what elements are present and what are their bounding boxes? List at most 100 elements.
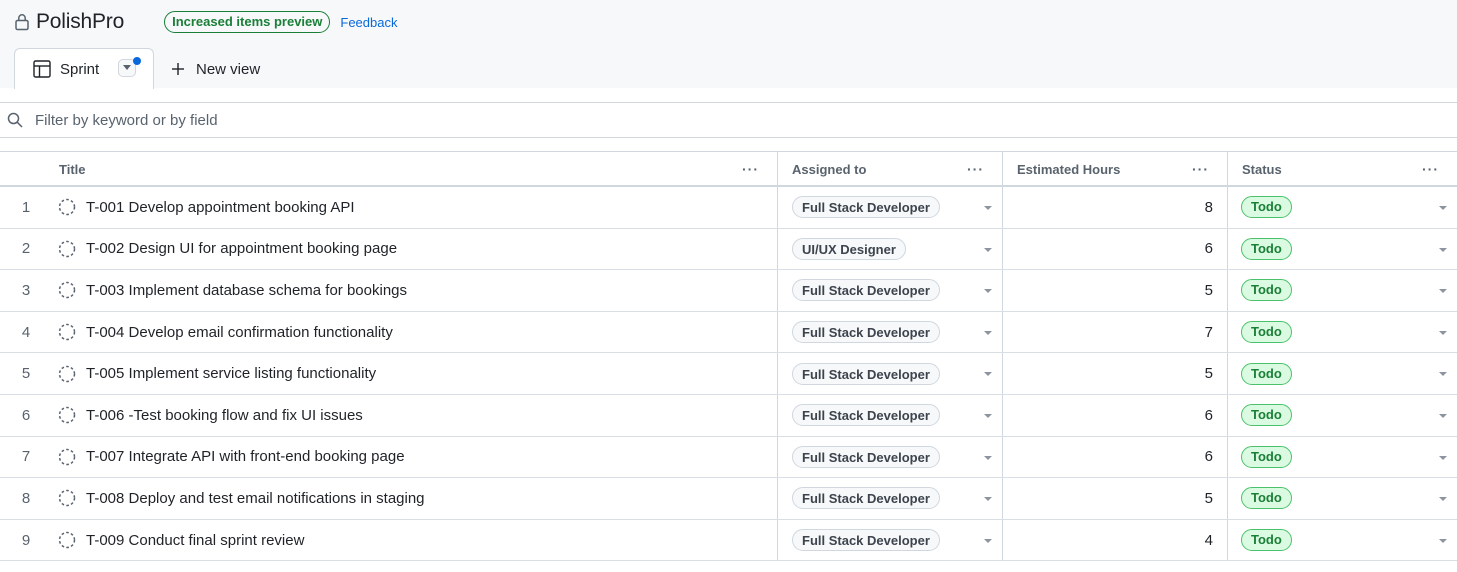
assignee-role-pill[interactable]: Full Stack Developer (792, 487, 940, 510)
assigned-cell[interactable]: Full Stack Developer (777, 311, 1002, 353)
status-badge[interactable]: Todo (1241, 321, 1292, 344)
title-cell[interactable]: 4 T-004 Develop email confirmation functi… (0, 312, 777, 353)
column-header-assigned[interactable]: Assigned to ··· (777, 152, 1002, 186)
column-header-status[interactable]: Status ··· (1227, 152, 1457, 186)
status-badge[interactable]: Todo (1241, 279, 1292, 302)
assigned-cell[interactable]: Full Stack Developer (777, 353, 1002, 394)
feedback-link[interactable]: Feedback (340, 15, 397, 30)
assigned-cell[interactable]: Full Stack Developer (777, 270, 1002, 311)
chevron-down-icon[interactable] (1439, 372, 1447, 377)
table-row[interactable]: 3 T-003 Implement database schema for boo… (0, 270, 1457, 312)
title-cell[interactable]: 9 T-009 Conduct final sprint review (0, 520, 777, 561)
assignee-role-pill[interactable]: UI/UX Designer (792, 237, 906, 260)
hours-cell[interactable]: 4 (1002, 519, 1227, 561)
item-title[interactable]: T-006 -Test booking flow and fix UI issu… (86, 407, 363, 424)
status-badge[interactable]: Todo (1241, 487, 1292, 510)
chevron-down-icon[interactable] (1439, 330, 1447, 335)
column-header-title[interactable]: Title ··· (0, 152, 777, 186)
item-title[interactable]: T-009 Conduct final sprint review (86, 532, 304, 549)
table-row[interactable]: 6 T-006 -Test booking flow and fix UI iss… (0, 394, 1457, 437)
status-cell[interactable]: Todo (1227, 187, 1457, 228)
chevron-down-icon[interactable] (984, 372, 992, 377)
chevron-down-icon[interactable] (1439, 289, 1447, 294)
hours-cell[interactable]: 5 (1002, 478, 1227, 519)
status-cell[interactable]: Todo (1227, 228, 1457, 270)
column-menu-button[interactable]: ··· (1192, 161, 1209, 177)
hours-cell[interactable]: 6 (1002, 436, 1227, 478)
status-cell[interactable]: Todo (1227, 478, 1457, 519)
column-menu-button[interactable]: ··· (742, 161, 759, 177)
assignee-role-pill[interactable]: Full Stack Developer (792, 529, 940, 552)
new-view-button[interactable]: New view (171, 58, 260, 80)
assignee-role-pill[interactable]: Full Stack Developer (792, 321, 940, 344)
chevron-down-icon[interactable] (1439, 247, 1447, 252)
tab-sprint[interactable]: Sprint (14, 48, 154, 89)
assignee-role-pill[interactable]: Full Stack Developer (792, 362, 940, 385)
assigned-cell[interactable]: Full Stack Developer (777, 436, 1002, 478)
title-cell[interactable]: 2 T-002 Design UI for appointment booking… (0, 229, 777, 270)
hours-cell[interactable]: 8 (1002, 187, 1227, 228)
title-cell[interactable]: 6 T-006 -Test booking flow and fix UI iss… (0, 395, 777, 436)
status-cell[interactable]: Todo (1227, 519, 1457, 561)
title-cell[interactable]: 7 T-007 Integrate API with front-end book… (0, 437, 777, 478)
item-title[interactable]: T-007 Integrate API with front-end booki… (86, 448, 405, 465)
chevron-down-icon[interactable] (984, 497, 992, 502)
assigned-cell[interactable]: Full Stack Developer (777, 187, 1002, 228)
item-title[interactable]: T-002 Design UI for appointment booking … (86, 240, 397, 257)
chevron-down-icon[interactable] (1439, 455, 1447, 460)
item-title[interactable]: T-004 Develop email confirmation functio… (86, 324, 393, 341)
title-cell[interactable]: 1 T-001 Develop appointment booking API (0, 187, 777, 228)
item-title[interactable]: T-001 Develop appointment booking API (86, 199, 355, 216)
status-cell[interactable]: Todo (1227, 394, 1457, 436)
assignee-role-pill[interactable]: Full Stack Developer (792, 404, 940, 427)
item-title[interactable]: T-008 Deploy and test email notification… (86, 490, 425, 507)
assigned-cell[interactable]: UI/UX Designer (777, 228, 1002, 270)
assignee-role-pill[interactable]: Full Stack Developer (792, 445, 940, 468)
item-title[interactable]: T-005 Implement service listing function… (86, 365, 376, 382)
status-badge[interactable]: Todo (1241, 445, 1292, 468)
table-row[interactable]: 8 T-008 Deploy and test email notificatio… (0, 478, 1457, 520)
chevron-down-icon[interactable] (984, 330, 992, 335)
table-row[interactable]: 9 T-009 Conduct final sprint review Full S… (0, 519, 1457, 562)
chevron-down-icon[interactable] (1439, 538, 1447, 543)
assigned-cell[interactable]: Full Stack Developer (777, 394, 1002, 436)
hours-cell[interactable]: 5 (1002, 270, 1227, 311)
table-row[interactable]: 4 T-004 Develop email confirmation functi… (0, 311, 1457, 354)
item-title[interactable]: T-003 Implement database schema for book… (86, 282, 407, 299)
title-cell[interactable]: 8 T-008 Deploy and test email notificatio… (0, 478, 777, 519)
status-badge[interactable]: Todo (1241, 362, 1292, 385)
table-row[interactable]: 1 T-001 Develop appointment booking API Fu… (0, 187, 1457, 229)
status-cell[interactable]: Todo (1227, 311, 1457, 353)
hours-cell[interactable]: 7 (1002, 311, 1227, 353)
status-cell[interactable]: Todo (1227, 436, 1457, 478)
chevron-down-icon[interactable] (1439, 497, 1447, 502)
column-menu-button[interactable]: ··· (967, 161, 984, 177)
assigned-cell[interactable]: Full Stack Developer (777, 519, 1002, 561)
hours-cell[interactable]: 6 (1002, 394, 1227, 436)
status-badge[interactable]: Todo (1241, 237, 1292, 260)
preview-badge[interactable]: Increased items preview (164, 11, 331, 33)
chevron-down-icon[interactable] (984, 289, 992, 294)
table-row[interactable]: 2 T-002 Design UI for appointment booking… (0, 228, 1457, 271)
chevron-down-icon[interactable] (984, 413, 992, 418)
chevron-down-icon[interactable] (1439, 413, 1447, 418)
title-cell[interactable]: 5 T-005 Implement service listing functio… (0, 353, 777, 394)
column-header-hours[interactable]: Estimated Hours ··· (1002, 152, 1227, 186)
filter-input[interactable] (33, 110, 1417, 130)
status-badge[interactable]: Todo (1241, 196, 1292, 219)
assignee-role-pill[interactable]: Full Stack Developer (792, 279, 940, 302)
status-badge[interactable]: Todo (1241, 529, 1292, 552)
chevron-down-icon[interactable] (984, 538, 992, 543)
assignee-role-pill[interactable]: Full Stack Developer (792, 196, 940, 219)
status-cell[interactable]: Todo (1227, 270, 1457, 311)
chevron-down-icon[interactable] (984, 455, 992, 460)
hours-cell[interactable]: 5 (1002, 353, 1227, 394)
assigned-cell[interactable]: Full Stack Developer (777, 478, 1002, 519)
chevron-down-icon[interactable] (984, 247, 992, 252)
table-row[interactable]: 5 T-005 Implement service listing functio… (0, 353, 1457, 395)
status-cell[interactable]: Todo (1227, 353, 1457, 394)
title-cell[interactable]: 3 T-003 Implement database schema for boo… (0, 270, 777, 311)
hours-cell[interactable]: 6 (1002, 228, 1227, 270)
chevron-down-icon[interactable] (1439, 206, 1447, 210)
column-menu-button[interactable]: ··· (1422, 161, 1439, 177)
